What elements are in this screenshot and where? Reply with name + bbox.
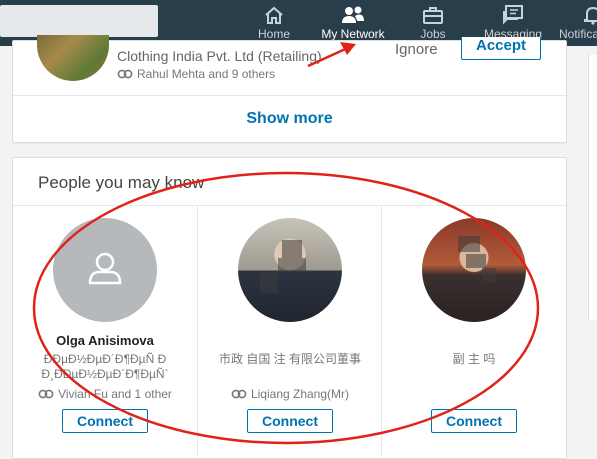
pixelation-block (482, 268, 496, 282)
shared-connections-icon (231, 388, 247, 402)
ignore-button[interactable]: Ignore (395, 41, 438, 58)
person-headline: 副 主 吗 (452, 352, 496, 366)
home-icon (249, 4, 299, 26)
person-headline: ÐÐµÐ½ÐµÐ´Ð¶ÐµÑ Ð (43, 352, 167, 366)
pymk-person-card: Olga Anisimova ÐÐµÐ½ÐµÐ´Ð¶ÐµÑ Ð Ð¸ÐÐµÐ½Ð… (13, 206, 197, 456)
invitation-mutual-label: Rahul Mehta and 9 others (137, 67, 276, 81)
person-headline: 市政 自国 注 有限公司董事 (218, 352, 361, 366)
shared-connections-icon (38, 388, 54, 402)
person-headline-line2: Ð¸ÐÐµÐ½ÐµÐ´Ð¶ÐµÑ` (41, 367, 169, 381)
nav-home-label: Home (257, 27, 290, 41)
pixelation-block (282, 240, 302, 258)
nav-home[interactable]: Home (249, 3, 299, 45)
invitation-card: Clothing India Pvt. Ltd (Retailing) Rahu… (12, 35, 567, 143)
pymk-person-card: 市政 自国 注 有限公司董事 Liqiang Zhang(Mr) Connect (198, 206, 382, 456)
shared-connections-icon (117, 68, 133, 82)
invitation-company: Clothing India Pvt. Ltd (Retailing) (117, 48, 322, 64)
connect-button[interactable]: Connect (62, 409, 148, 433)
connect-button[interactable]: Connect (431, 409, 517, 433)
person-mutual-label: Liqiang Zhang(Mr) (250, 387, 350, 401)
nav-my-network[interactable]: My Network (318, 3, 388, 45)
invitation-mutual-connections[interactable]: Rahul Mehta and 9 others (117, 67, 275, 82)
show-more-button[interactable]: Show more (13, 110, 566, 128)
person-mutual-label: Vivian Fu and 1 other (58, 387, 172, 401)
person-mutual-connections[interactable]: Vivian Fu and 1 other (13, 387, 197, 402)
person-name[interactable]: Olga Anisimova (13, 333, 197, 348)
accept-button[interactable]: Accept (461, 37, 541, 60)
briefcase-icon (410, 4, 456, 26)
person-avatar[interactable] (53, 218, 157, 322)
invitation-avatar[interactable] (37, 35, 109, 81)
nav-jobs[interactable]: Jobs (410, 3, 456, 45)
network-icon (318, 4, 388, 26)
pixelation-block (458, 236, 480, 252)
people-you-may-know-card: People you may know Olga Anisimova ÐÐµÐ½… (12, 157, 567, 459)
nav-notifications-label: Notifica (559, 27, 597, 41)
pixelation-block (278, 258, 306, 272)
pixelation-block (260, 273, 278, 293)
pixelation-block (466, 254, 486, 268)
nav-notifications[interactable]: Notifica (556, 3, 597, 45)
pymk-person-card: 副 主 吗 Connect (382, 206, 566, 456)
bell-icon (556, 4, 597, 26)
nav-my-network-label: My Network (321, 27, 385, 41)
right-rail-edge (588, 55, 597, 320)
nav-jobs-label: Jobs (420, 27, 446, 41)
person-avatar[interactable] (238, 218, 342, 322)
pymk-title: People you may know (38, 173, 205, 192)
person-avatar[interactable] (422, 218, 526, 322)
card-divider (13, 95, 566, 96)
person-mutual-connections[interactable]: Liqiang Zhang(Mr) (198, 387, 382, 402)
connect-button[interactable]: Connect (247, 409, 333, 433)
person-placeholder-icon (85, 248, 125, 293)
search-input[interactable] (0, 5, 158, 37)
messaging-icon (482, 4, 544, 26)
